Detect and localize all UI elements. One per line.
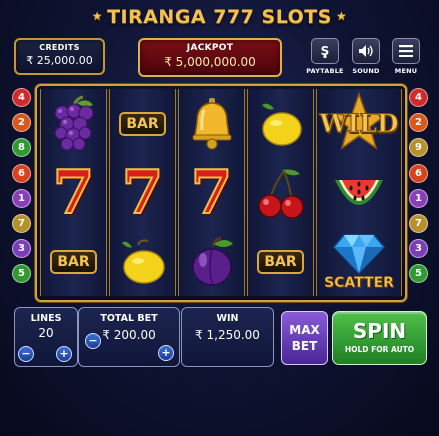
reels-frame: 7 BAR BAR 7 7 BAR WILD SCATTER — [35, 84, 407, 302]
payline-right-2: 2 — [409, 113, 428, 133]
paytable-button[interactable]: S PAYTABLE — [306, 38, 344, 75]
spin-label: SPIN — [352, 319, 407, 343]
bar-text: BAR — [257, 249, 304, 274]
seven-symbol: 7 — [110, 158, 175, 227]
payline-right-5: 5 — [409, 264, 428, 284]
payline-right-1: 1 — [409, 188, 428, 208]
paylines-right: 4 2 9 6 1 7 3 5 — [409, 88, 428, 290]
bar-text: BAR — [119, 111, 166, 136]
menu-button[interactable]: MENU — [387, 38, 425, 75]
max-bet-button[interactable]: MAX BET — [281, 311, 328, 365]
lines-decrease-button[interactable]: − — [18, 346, 34, 362]
seven-symbol: 7 — [179, 158, 244, 227]
plum-icon — [191, 236, 233, 286]
total-bet-label: TOTAL BET — [100, 313, 158, 324]
wild-symbol: WILD — [317, 89, 401, 158]
plum-symbol — [179, 227, 244, 296]
payline-left-2: 2 — [12, 113, 31, 133]
credits-label: CREDITS — [39, 43, 80, 52]
spin-sub-label: HOLD FOR AUTO — [344, 345, 415, 354]
jackpot-label: JACKPOT — [186, 43, 234, 53]
payline-left-3: 3 — [12, 239, 31, 259]
cherries-symbol — [248, 158, 313, 227]
reel-1: 7 BAR — [40, 89, 107, 296]
payline-right-7: 7 — [409, 213, 428, 233]
bar-symbol: BAR — [248, 227, 313, 296]
win-label: WIN — [216, 313, 239, 324]
paytable-label: PAYTABLE — [306, 67, 344, 75]
jackpot-value: ₹ 5,000,000.00 — [164, 55, 256, 69]
reel-5: WILD SCATTER — [316, 89, 402, 296]
seven-symbol: 7 — [41, 158, 106, 227]
payline-right-6: 6 — [409, 163, 428, 183]
sound-button[interactable]: SOUND — [347, 38, 385, 75]
star-icon: ★ — [335, 9, 348, 23]
lines-increase-button[interactable]: + — [56, 346, 72, 362]
paylines-left: 4 2 8 6 1 7 3 5 — [12, 88, 31, 290]
lines-panel: LINES 20 − + — [14, 307, 78, 367]
seven-text: 7 — [52, 157, 96, 228]
lines-value: 20 — [38, 326, 54, 340]
jackpot-panel: JACKPOT ₹ 5,000,000.00 — [138, 38, 282, 77]
seven-text: 7 — [190, 157, 234, 228]
payline-left-8: 8 — [12, 138, 31, 158]
payline-right-3: 3 — [409, 239, 428, 259]
payline-left-6: 6 — [12, 163, 31, 183]
payline-right-4: 4 — [409, 88, 428, 107]
lemon-symbol — [248, 89, 313, 158]
bell-symbol — [179, 89, 244, 158]
bar-symbol: BAR — [110, 89, 175, 158]
total-bet-panel: TOTAL BET ₹ 200.00 − + — [78, 307, 180, 367]
win-value: ₹ 1,250.00 — [195, 328, 260, 342]
watermelon-symbol — [317, 158, 401, 227]
reel-2: BAR 7 — [109, 89, 176, 296]
game-title-text: TIRANGA 777 SLOTS — [107, 6, 332, 28]
bar-symbol: BAR — [41, 227, 106, 296]
wild-text: WILD — [319, 109, 399, 139]
credits-value: ₹ 25,000.00 — [26, 54, 93, 67]
payline-left-4: 4 — [12, 88, 31, 107]
reel-3: 7 — [178, 89, 245, 296]
spin-button[interactable]: SPIN HOLD FOR AUTO — [332, 311, 427, 365]
lemon-icon — [261, 103, 302, 146]
bell-icon — [192, 97, 231, 149]
scatter-text: SCATTER — [324, 274, 394, 291]
payline-right-9: 9 — [409, 138, 428, 158]
payline-left-7: 7 — [12, 213, 31, 233]
watermelon-icon — [335, 179, 383, 205]
speaker-icon — [352, 38, 380, 64]
max-bet-label: MAX BET — [289, 323, 320, 353]
menu-label: MENU — [394, 67, 418, 75]
scatter-symbol: SCATTER — [317, 227, 401, 296]
win-panel: WIN ₹ 1,250.00 — [181, 307, 274, 367]
grapes-symbol — [41, 89, 106, 158]
cherries-icon — [257, 169, 304, 219]
star-icon: ★ — [91, 9, 104, 23]
game-title: ★ TIRANGA 777 SLOTS ★ — [0, 6, 439, 28]
sound-label: SOUND — [352, 67, 380, 75]
lemon-icon — [121, 239, 165, 284]
payline-left-5: 5 — [12, 264, 31, 284]
bet-decrease-button[interactable]: − — [85, 333, 101, 349]
lemon-symbol — [110, 227, 175, 296]
seven-text: 7 — [121, 157, 165, 228]
paytable-icon: S — [311, 38, 339, 64]
payline-left-1: 1 — [12, 188, 31, 208]
bar-text: BAR — [50, 249, 97, 274]
lines-label: LINES — [30, 313, 62, 324]
diamond-icon — [332, 233, 386, 274]
hamburger-icon — [392, 38, 420, 64]
reel-4: BAR — [247, 89, 314, 296]
credits-panel: CREDITS ₹ 25,000.00 — [14, 38, 105, 75]
grapes-icon — [54, 95, 93, 150]
bet-increase-button[interactable]: + — [158, 345, 174, 361]
